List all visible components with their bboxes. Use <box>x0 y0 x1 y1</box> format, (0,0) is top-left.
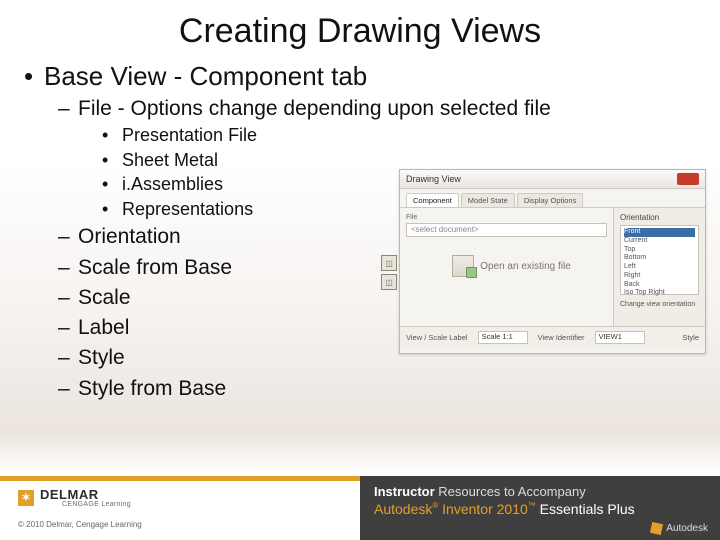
bullet-lvl2: – Style from Base <box>58 376 696 402</box>
dialog-title-text: Drawing View <box>406 174 461 184</box>
footer-line1: Instructor Resources to Accompany <box>374 484 706 499</box>
bullet-text: Style from Base <box>78 376 226 402</box>
bullet-icon: • <box>102 198 122 221</box>
bullet-text: Style <box>78 345 125 371</box>
dash-icon: – <box>58 224 78 250</box>
bullet-icon: • <box>24 61 44 92</box>
bullet-text: Scale <box>78 285 131 311</box>
bullet-text: Sheet Metal <box>122 149 218 172</box>
slide-title: Creating Drawing Views <box>0 0 720 51</box>
bullet-text: File - Options change depending upon sel… <box>78 96 551 122</box>
bullet-lvl1: • Base View - Component tab <box>24 61 696 92</box>
bullet-text: Label <box>78 315 129 341</box>
open-file-icon <box>452 255 474 277</box>
thumb-icon: ◫ <box>381 274 397 290</box>
list-item: Left <box>624 263 695 272</box>
autodesk-text: Autodesk <box>666 523 708 534</box>
bullet-text: i.Assemblies <box>122 173 223 196</box>
brand-name: DELMAR <box>40 487 131 502</box>
view-identifier-field: VIEW1 <box>595 331 645 344</box>
dash-icon: – <box>58 255 78 281</box>
footer-line2: Autodesk® Inventor 2010™ Essentials Plus <box>374 501 706 517</box>
bullet-lvl2: – File - Options change depending upon s… <box>58 96 696 122</box>
thumbnail-column: ◫ ◫ <box>381 255 399 293</box>
brand-badge-icon: ✶ <box>18 490 34 506</box>
dash-icon: – <box>58 96 78 122</box>
dialog-bottom: View / Scale Label Scale 1:1 View Identi… <box>400 326 705 348</box>
file-label: File <box>406 214 607 221</box>
bullet-lvl3: • Presentation File <box>102 124 696 147</box>
drawing-view-dialog: Drawing View Component Model State Displ… <box>399 169 706 354</box>
bullet-text: Representations <box>122 198 253 221</box>
slide: Creating Drawing Views • Base View - Com… <box>0 0 720 540</box>
tm-icon: ™ <box>528 501 536 510</box>
orientation-label: Orientation <box>620 213 699 222</box>
footer-left: ✶ DELMAR CENGAGE Learning © 2010 Delmar,… <box>0 476 360 540</box>
bullet-icon: • <box>102 173 122 196</box>
autodesk-icon <box>650 522 663 535</box>
change-orientation-label: Change view orientation <box>620 301 699 308</box>
view-scale-label: View / Scale Label <box>406 333 468 342</box>
list-item: Current <box>624 237 695 246</box>
footer-line1b: Resources to Accompany <box>438 484 585 499</box>
list-item: Right <box>624 272 695 281</box>
style-label: Style <box>682 333 699 342</box>
open-file-text: Open an existing file <box>480 261 571 272</box>
footer-product-c: Inventor 2010 <box>438 501 528 517</box>
autodesk-logo: Autodesk <box>651 523 708 534</box>
dash-icon: – <box>58 285 78 311</box>
tab-model-state: Model State <box>461 193 515 207</box>
bullet-text: Base View - Component tab <box>44 61 367 92</box>
dash-icon: – <box>58 315 78 341</box>
brand: ✶ DELMAR CENGAGE Learning <box>18 487 342 508</box>
footer-product-a: Autodesk <box>374 501 432 517</box>
dialog-tabs: Component Model State Display Options <box>400 189 705 208</box>
close-icon <box>677 173 699 185</box>
bullet-text: Scale from Base <box>78 255 232 281</box>
footer-right: Instructor Resources to Accompany Autode… <box>360 476 720 540</box>
footer-line1a: Instructor <box>374 484 438 499</box>
bullet-icon: • <box>102 124 122 147</box>
dialog-body: File <select document> Open an existing … <box>400 208 705 326</box>
footer: ✶ DELMAR CENGAGE Learning © 2010 Delmar,… <box>0 476 720 540</box>
dialog-right-pane: Orientation Front Current Top Bottom Lef… <box>613 208 705 326</box>
file-select-field: <select document> <box>406 223 607 237</box>
footer-product-e: Essentials Plus <box>536 501 635 517</box>
dialog-titlebar: Drawing View <box>400 170 705 189</box>
bullet-text: Presentation File <box>122 124 257 147</box>
open-existing-file: Open an existing file <box>420 244 603 288</box>
view-identifier-label: View Identifier <box>538 333 585 342</box>
bullet-text: Orientation <box>78 224 181 250</box>
list-item: Bottom <box>624 254 695 263</box>
scale-field: Scale 1:1 <box>478 331 528 344</box>
bullet-lvl3: • Sheet Metal <box>102 149 696 172</box>
thumb-icon: ◫ <box>381 255 397 271</box>
list-item: Iso Top Right <box>624 289 695 298</box>
list-item: Back <box>624 281 695 290</box>
brand-sub: CENGAGE Learning <box>62 501 131 508</box>
dash-icon: – <box>58 376 78 402</box>
copyright: © 2010 Delmar, Cengage Learning <box>18 520 342 529</box>
list-item: Front <box>624 228 695 237</box>
orientation-list: Front Current Top Bottom Left Right Back… <box>620 225 699 295</box>
list-item: Top <box>624 246 695 255</box>
dash-icon: – <box>58 345 78 371</box>
tab-display-options: Display Options <box>517 193 584 207</box>
bullet-icon: • <box>102 149 122 172</box>
dialog-left-pane: File <select document> Open an existing … <box>400 208 613 326</box>
tab-component: Component <box>406 193 459 207</box>
